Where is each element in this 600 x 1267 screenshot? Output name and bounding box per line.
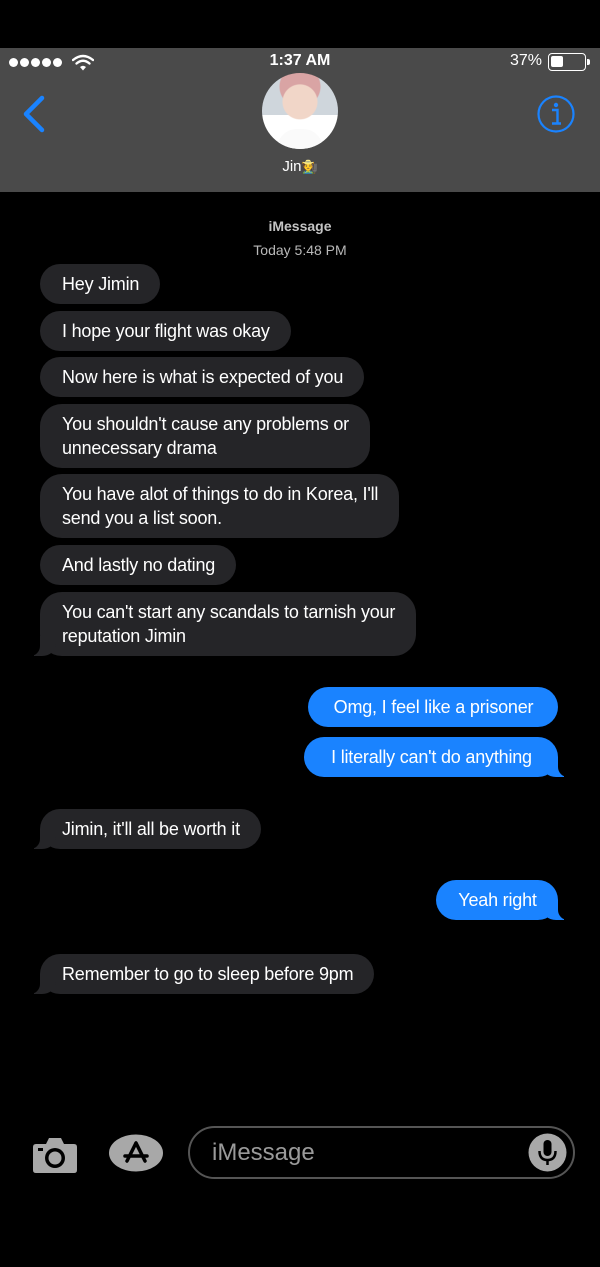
message-bubble-received[interactable]: You shouldn't cause any problems or unne… [40, 404, 370, 468]
info-icon[interactable] [536, 94, 576, 134]
message-bubble-sent[interactable]: I literally can't do anything [304, 737, 572, 777]
message-text: I literally can't do anything [331, 747, 532, 767]
message-text-line: You have alot of things to do in Korea, … [62, 484, 379, 504]
contact-name-text: Jin [282, 158, 302, 175]
messages-screen: 1:37 AM 37% Jin🧑‍🌾 iMessage Today 5:48 P… [0, 0, 600, 1267]
message-text-line: reputation Jimin [62, 626, 186, 646]
message-bubble-received[interactable]: Jimin, it'll all be worth it [26, 809, 261, 849]
status-bar: 1:37 AM 37% [0, 48, 600, 76]
message-bubble-received[interactable]: Hey Jimin [40, 264, 161, 304]
message-text: Jimin, it'll all be worth it [62, 819, 240, 839]
message-text: I hope your flight was okay [62, 321, 270, 341]
contact-avatar[interactable] [262, 73, 338, 149]
message-bubble-received[interactable]: You have alot of things to do in Korea, … [40, 474, 400, 538]
message-text: Now here is what is expected of you [62, 367, 344, 387]
message-bubble-received[interactable]: And lastly no dating [40, 545, 237, 585]
microphone-icon[interactable] [528, 1133, 567, 1172]
message-text-line: You can't start any scandals to tarnish … [62, 602, 396, 622]
message-bubble-sent[interactable]: Omg, I feel like a prisoner [308, 687, 558, 727]
camera-icon[interactable] [32, 1134, 78, 1174]
message-text: Hey Jimin [62, 274, 140, 294]
service-label: iMessage [268, 218, 332, 234]
message-text: And lastly no dating [62, 555, 216, 575]
message-bubble-received[interactable]: I hope your flight was okay [40, 311, 291, 351]
contact-emoji: 🧑‍🌾 [301, 159, 318, 174]
thread-timestamp: Today 5:48 PM [253, 242, 347, 258]
message-input-field[interactable] [188, 1126, 575, 1179]
message-text-line: You shouldn't cause any problems or [62, 414, 349, 434]
chevron-left-icon[interactable] [18, 92, 52, 136]
conversation-header: 1:37 AM 37% Jin🧑‍🌾 [0, 48, 600, 192]
message-bubble-received[interactable]: Now here is what is expected of you [40, 357, 365, 397]
message-text-line: unnecessary drama [62, 438, 217, 458]
message-bubble-sent[interactable]: Yeah right [436, 880, 572, 920]
message-bubble-received[interactable]: Remember to go to sleep before 9pm [25, 954, 375, 994]
message-text: Remember to go to sleep before 9pm [62, 964, 354, 984]
message-text: Omg, I feel like a prisoner [333, 697, 534, 717]
battery-icon [548, 53, 590, 71]
message-text: Yeah right [458, 890, 537, 910]
app-store-icon[interactable] [108, 1134, 164, 1172]
contact-name[interactable]: Jin🧑‍🌾 [0, 158, 600, 175]
message-text-line: send you a list soon. [62, 508, 222, 528]
message-input[interactable] [212, 1137, 512, 1169]
battery-percent: 37% [509, 52, 542, 69]
message-bubble-received[interactable]: You can't start any scandals to tarnish … [25, 592, 417, 656]
